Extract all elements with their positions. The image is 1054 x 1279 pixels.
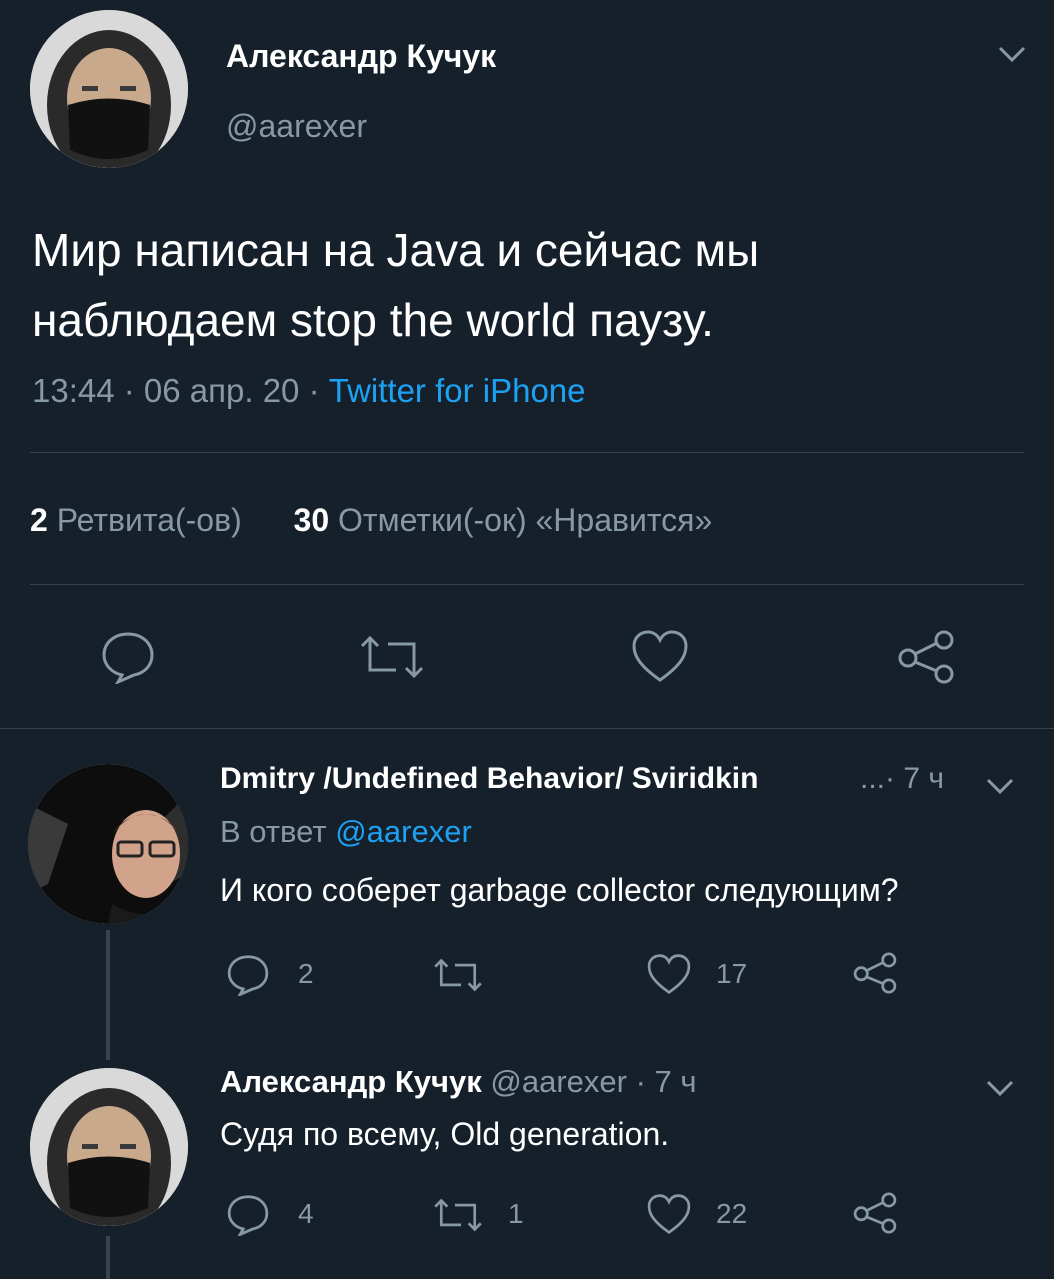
like-icon[interactable] bbox=[630, 628, 690, 684]
share-icon[interactable] bbox=[896, 628, 956, 686]
like-icon[interactable] bbox=[646, 1192, 692, 1236]
thread-line bbox=[106, 930, 110, 1060]
like-icon[interactable] bbox=[646, 952, 692, 996]
author-avatar[interactable] bbox=[30, 10, 188, 168]
author-handle[interactable]: @aarexer bbox=[226, 108, 367, 145]
like-count: 17 bbox=[716, 958, 748, 989]
retweet-icon[interactable] bbox=[430, 1196, 486, 1234]
retweets-stat[interactable]: 2 Ретвита(-ов) bbox=[30, 502, 251, 538]
tweet-text-line-2: наблюдаем stop the world паузу. bbox=[32, 294, 714, 346]
reply-icon[interactable] bbox=[100, 628, 156, 684]
tweet-text-line-1: Мир написан на Java и сейчас мы bbox=[32, 224, 760, 276]
reply-to: В ответ @aarexer bbox=[220, 814, 472, 850]
tweet-time-date: 13:44 · 06 апр. 20 · bbox=[32, 372, 329, 409]
reply-author-avatar[interactable] bbox=[30, 1068, 188, 1226]
retweets-label: Ретвита(-ов) bbox=[56, 502, 242, 538]
chevron-down-icon[interactable] bbox=[994, 42, 1030, 66]
share-icon[interactable] bbox=[852, 1190, 898, 1236]
like-count: 22 bbox=[716, 1198, 748, 1229]
reply-time: ...· 7 ч bbox=[860, 762, 944, 795]
retweet-count: 1 bbox=[508, 1198, 524, 1229]
likes-label: Отметки(-ок) «Нравится» bbox=[338, 502, 713, 538]
reply-header: Александр Кучук @aarexer · 7 ч bbox=[220, 1064, 697, 1100]
chevron-down-icon[interactable] bbox=[984, 1078, 1016, 1098]
reply-text: И кого соберет garbage collector следующ… bbox=[220, 872, 899, 908]
divider bbox=[30, 452, 1024, 453]
reply-count: 2 bbox=[298, 958, 314, 989]
tweet-meta: 13:44 · 06 апр. 20 · Twitter for iPhone bbox=[32, 372, 586, 410]
divider bbox=[30, 584, 1024, 585]
reply-meta: @aarexer · 7 ч bbox=[490, 1064, 697, 1099]
reply-text: Судя по всему, Old generation. bbox=[220, 1116, 670, 1152]
reply-icon[interactable] bbox=[226, 952, 270, 996]
thread-line bbox=[106, 1236, 110, 1279]
reply-count: 4 bbox=[298, 1198, 314, 1229]
reply-icon[interactable] bbox=[226, 1192, 270, 1236]
tweet-stats: 2 Ретвита(-ов) 30 Отметки(-ок) «Нравится… bbox=[30, 502, 712, 539]
likes-stat[interactable]: 30 Отметки(-ок) «Нравится» bbox=[294, 502, 713, 538]
chevron-down-icon[interactable] bbox=[984, 776, 1016, 796]
tweet-source-link[interactable]: Twitter for iPhone bbox=[329, 372, 586, 409]
likes-count: 30 bbox=[293, 502, 330, 538]
share-icon[interactable] bbox=[852, 950, 898, 996]
reply-author-name[interactable]: Dmitry /Undefined Behavior/ Sviridkin bbox=[220, 762, 758, 796]
reply-to-handle[interactable]: @aarexer bbox=[335, 814, 472, 849]
reply-to-label: В ответ bbox=[220, 814, 327, 849]
author-name[interactable]: Александр Кучук bbox=[226, 38, 496, 75]
retweet-icon[interactable] bbox=[430, 956, 486, 994]
divider bbox=[0, 728, 1054, 729]
retweet-icon[interactable] bbox=[356, 632, 428, 682]
retweets-count: 2 bbox=[30, 502, 48, 538]
reply-author-name[interactable]: Александр Кучук bbox=[220, 1064, 482, 1099]
reply-author-avatar[interactable] bbox=[28, 764, 188, 924]
